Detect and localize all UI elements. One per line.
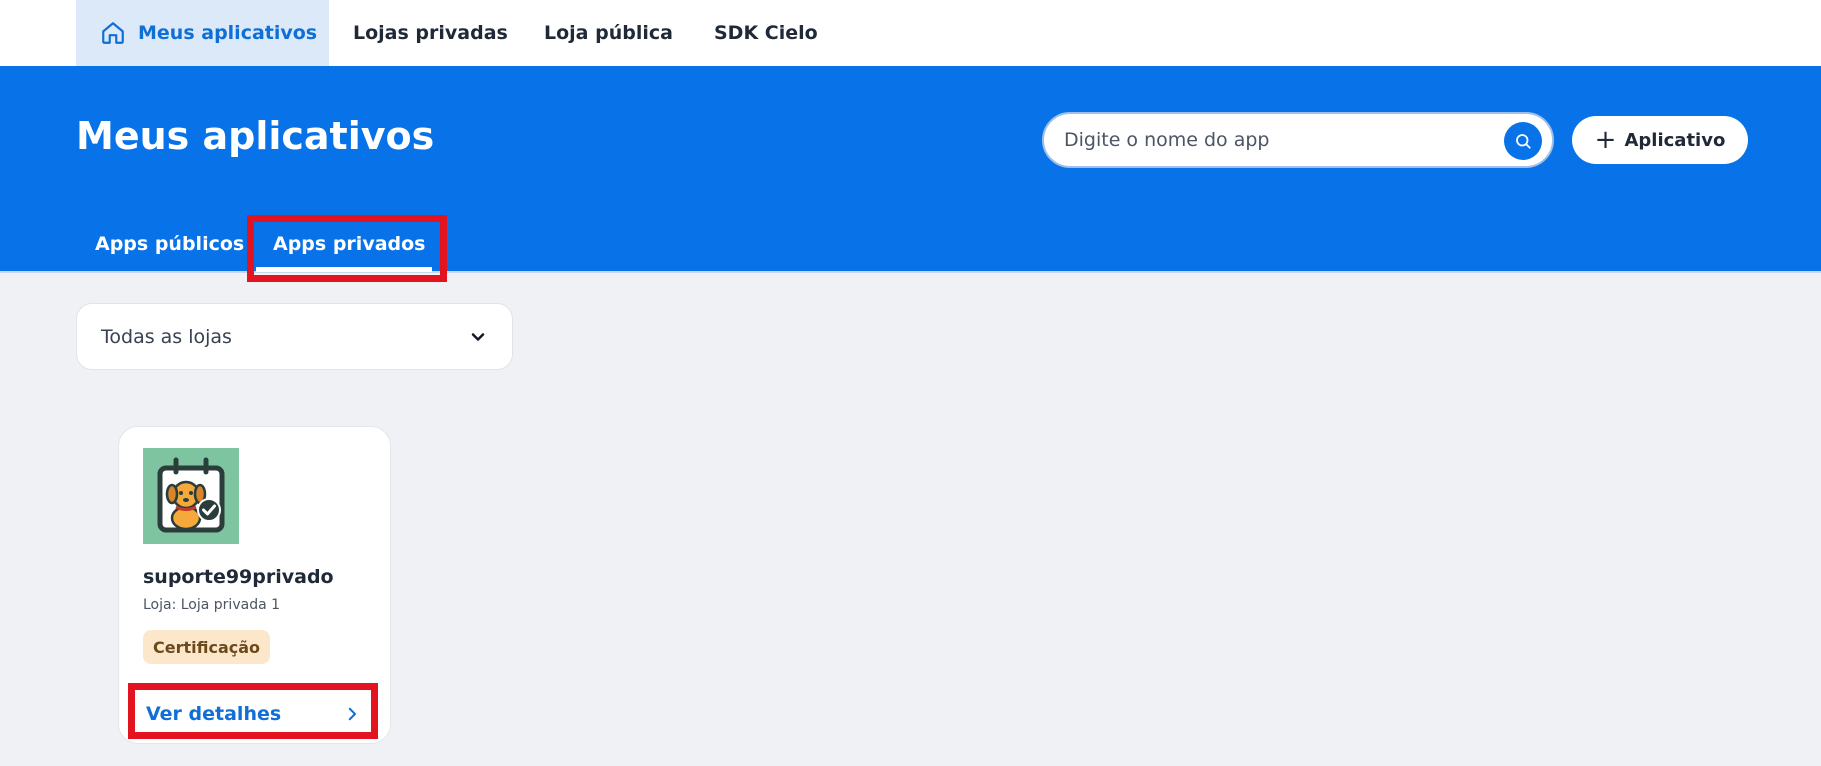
add-app-label: Aplicativo bbox=[1624, 129, 1726, 151]
tab-highlight-box bbox=[247, 215, 447, 282]
chevron-down-icon bbox=[468, 327, 488, 347]
status-badge: Certificação bbox=[143, 630, 271, 664]
search-input[interactable] bbox=[1064, 129, 1484, 151]
nav-item-label: Loja pública bbox=[544, 22, 673, 44]
app-store: Loja: Loja privada 1 bbox=[143, 597, 281, 613]
details-highlight-box bbox=[128, 683, 378, 739]
tab-apps-publicos[interactable]: Apps públicos bbox=[95, 233, 244, 255]
store-filter-value: Todas as lojas bbox=[101, 325, 232, 348]
add-app-button[interactable]: + Aplicativo bbox=[1572, 116, 1748, 164]
app-search bbox=[1042, 112, 1554, 168]
nav-item-label: SDK Cielo bbox=[714, 22, 818, 44]
nav-item-label: Meus aplicativos bbox=[138, 22, 318, 44]
nav-item-loja-publica[interactable]: Loja pública bbox=[544, 0, 673, 66]
nav-item-meus-aplicativos[interactable]: Meus aplicativos bbox=[76, 0, 329, 66]
nav-item-lojas-privadas[interactable]: Lojas privadas bbox=[353, 0, 508, 66]
top-navigation: Meus aplicativos Lojas privadas Loja púb… bbox=[0, 0, 1821, 66]
page-header: Meus aplicativos + Aplicativo Apps públi… bbox=[0, 66, 1821, 282]
tab-label: Apps públicos bbox=[95, 233, 245, 255]
page-title: Meus aplicativos bbox=[76, 114, 435, 158]
home-icon bbox=[100, 20, 126, 46]
plus-icon: + bbox=[1594, 125, 1617, 155]
nav-item-label: Lojas privadas bbox=[353, 22, 508, 44]
search-button[interactable] bbox=[1504, 122, 1542, 160]
dog-calendar-icon bbox=[143, 448, 239, 544]
search-icon bbox=[1514, 132, 1532, 150]
store-filter-dropdown[interactable]: Todas as lojas bbox=[76, 303, 513, 370]
nav-item-sdk-cielo[interactable]: SDK Cielo bbox=[714, 0, 818, 66]
app-name: suporte99privado bbox=[143, 566, 334, 588]
